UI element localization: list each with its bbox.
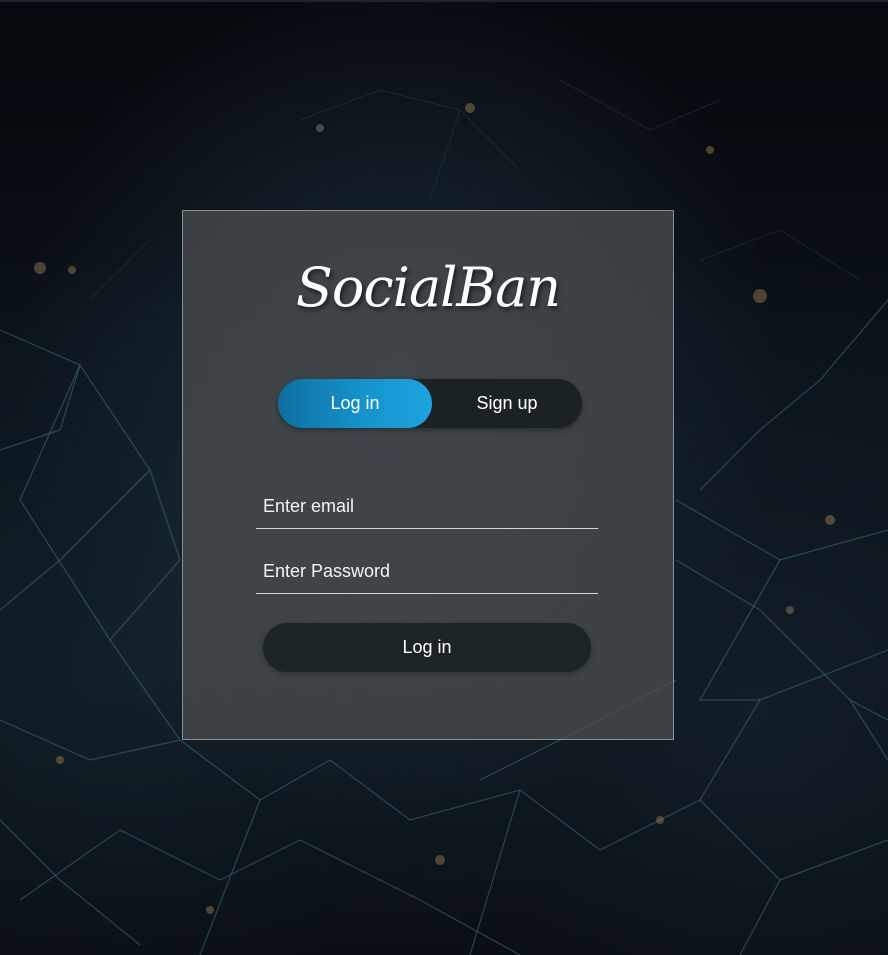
password-field-container — [256, 549, 598, 594]
top-edge-line — [0, 0, 888, 2]
email-field-container — [256, 484, 598, 529]
auth-mode-toggle: Log in Sign up — [278, 379, 582, 428]
tab-signup[interactable]: Sign up — [432, 379, 582, 428]
password-input[interactable] — [256, 549, 598, 593]
app-logo: SocialBan — [295, 256, 561, 319]
login-submit-button[interactable]: Log in — [263, 623, 591, 672]
email-input[interactable] — [256, 484, 598, 528]
tab-login[interactable]: Log in — [278, 379, 432, 428]
login-card: SocialBan Log in Sign up Log in — [182, 210, 674, 740]
